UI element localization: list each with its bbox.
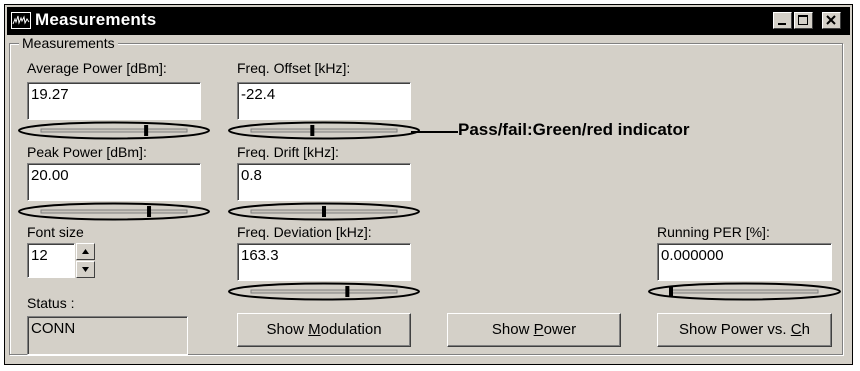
callout-line: [411, 131, 458, 133]
font-size-spin-down[interactable]: [76, 261, 95, 278]
average-power-field[interactable]: 19.27: [27, 82, 201, 120]
indicator-track: [40, 209, 188, 214]
triangle-down-icon: [82, 267, 89, 272]
indicator-thumb: [147, 206, 152, 217]
running-per-label: Running PER [%]:: [657, 224, 770, 240]
show-power-vs-ch-mnemonic: C: [790, 321, 802, 338]
show-power-button[interactable]: Show Power: [447, 313, 621, 347]
indicator-track: [250, 289, 398, 294]
average-power-label: Average Power [dBm]:: [27, 60, 167, 76]
freq-deviation-indicator: [228, 282, 420, 301]
indicator-thumb: [669, 286, 673, 297]
indicator-thumb: [322, 206, 326, 217]
close-icon: [826, 15, 836, 25]
peak-power-label: Peak Power [dBm]:: [27, 144, 147, 160]
group-label: Measurements: [19, 35, 118, 51]
status-field: CONN: [27, 316, 188, 355]
triangle-up-icon: [82, 249, 89, 254]
indicator-thumb: [144, 125, 149, 136]
peak-power-field[interactable]: 20.00: [27, 163, 201, 201]
freq-drift-field[interactable]: 0.8: [237, 163, 411, 201]
show-power-vs-ch-button[interactable]: Show Power vs. Ch: [657, 313, 832, 347]
indicator-track: [40, 128, 188, 133]
maximize-icon: [798, 15, 808, 25]
status-label: Status :: [27, 295, 75, 311]
running-per-field[interactable]: 0.000000: [657, 243, 832, 281]
indicator-thumb: [345, 286, 350, 297]
freq-deviation-label: Freq. Deviation [kHz]:: [237, 224, 372, 240]
freq-offset-label: Freq. Offset [kHz]:: [237, 60, 351, 76]
freq-deviation-field[interactable]: 163.3: [237, 243, 411, 281]
running-per-indicator: [648, 282, 841, 301]
show-modulation-mnemonic: M: [308, 321, 321, 338]
indicator-track: [250, 128, 398, 133]
freq-offset-field[interactable]: -22.4: [237, 82, 411, 120]
minimize-icon: [778, 23, 786, 25]
show-power-vs-ch-suffix: h: [801, 321, 810, 338]
window-title: Measurements: [35, 10, 157, 29]
peak-power-indicator: [18, 202, 210, 221]
freq-offset-indicator: [228, 121, 420, 140]
font-size-label: Font size: [27, 224, 84, 240]
font-size-spin-up[interactable]: [76, 243, 95, 260]
show-power-suffix: ower: [543, 321, 577, 338]
show-modulation-button[interactable]: Show Modulation: [237, 313, 411, 347]
indicator-track: [670, 289, 819, 294]
font-size-field[interactable]: 12: [27, 243, 75, 278]
show-power-prefix: Show: [491, 321, 534, 338]
indicator-thumb: [310, 125, 315, 136]
app-icon[interactable]: [11, 12, 31, 29]
close-button[interactable]: [822, 12, 841, 29]
show-modulation-prefix: Show: [266, 321, 309, 338]
callout-text: Pass/fail:Green/red indicator: [458, 120, 690, 139]
maximize-button[interactable]: [794, 12, 813, 29]
minimize-button[interactable]: [773, 12, 792, 29]
freq-drift-label: Freq. Drift [kHz]:: [237, 144, 339, 160]
show-power-vs-ch-prefix: Show Power vs.: [679, 321, 791, 338]
show-modulation-suffix: odulation: [320, 321, 382, 338]
show-power-mnemonic: P: [533, 321, 544, 338]
freq-drift-indicator: [228, 202, 420, 221]
title-bar[interactable]: Measurements: [7, 7, 850, 35]
average-power-indicator: [18, 121, 210, 140]
